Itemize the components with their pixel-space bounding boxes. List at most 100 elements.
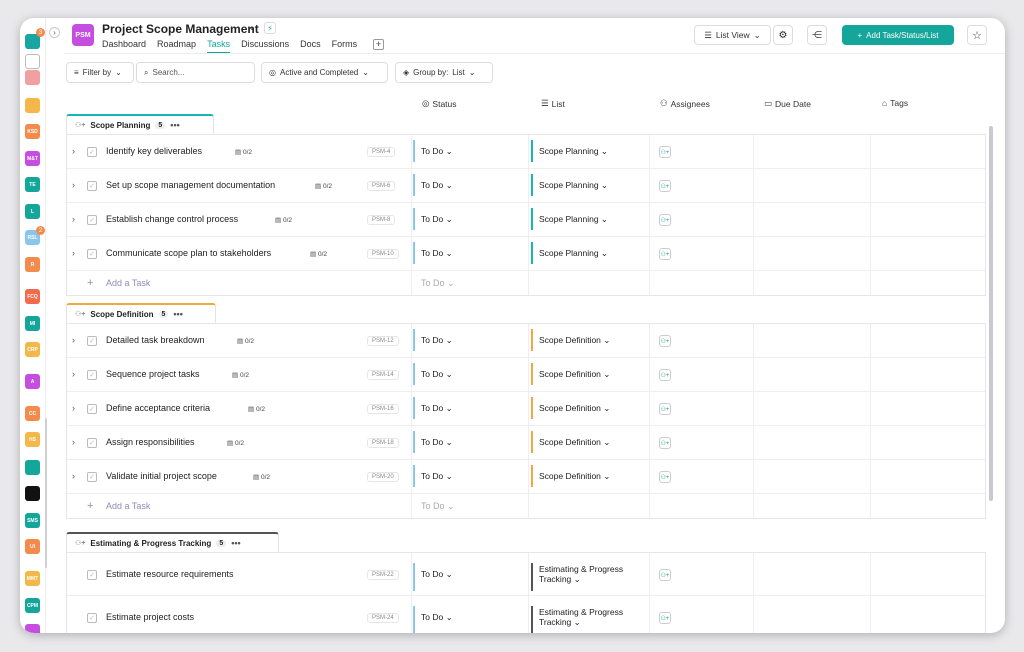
group-header[interactable]: ⚇+ Scope Definition 5 ••• xyxy=(66,303,216,323)
task-name[interactable]: Define acceptance criteria xyxy=(106,403,210,413)
subtask-count[interactable]: ▤ 0/2 xyxy=(227,439,244,447)
task-checkbox[interactable]: ✓ xyxy=(87,249,97,259)
list-dropdown[interactable]: Estimating & Progress Tracking ⌄ xyxy=(539,564,649,584)
chevron-right-icon[interactable]: › xyxy=(72,369,75,379)
tab-forms[interactable]: Forms xyxy=(332,39,358,53)
add-assignee-icon[interactable]: ⚇+ xyxy=(659,569,671,581)
status-filter-dropdown[interactable]: ◎ Active and Completed ⌄ xyxy=(261,62,388,83)
status-dropdown[interactable]: To Do ⌄ xyxy=(421,146,453,157)
add-task-link[interactable]: Add a Task xyxy=(106,501,150,511)
add-user-icon[interactable]: ⚇+ xyxy=(75,539,85,547)
group-header[interactable]: ⚇+ Estimating & Progress Tracking 5 ••• xyxy=(66,532,279,552)
add-user-icon[interactable]: ⚇+ xyxy=(75,121,85,129)
status-dropdown[interactable]: To Do ⌄ xyxy=(421,335,453,346)
status-dropdown[interactable]: To Do ⌄ xyxy=(421,248,453,259)
group-by-dropdown[interactable]: ◈ Group by: List ⌄ xyxy=(395,62,493,83)
tab-docs[interactable]: Docs xyxy=(300,39,321,53)
status-dropdown[interactable]: To Do ⌄ xyxy=(421,437,453,448)
tab-roadmap[interactable]: Roadmap xyxy=(157,39,196,53)
workspace-item[interactable]: SMS xyxy=(25,513,40,528)
status-dropdown[interactable]: To Do ⌄ xyxy=(421,471,453,482)
subtask-count[interactable]: ▤ 0/2 xyxy=(232,371,249,379)
list-dropdown[interactable]: Scope Definition ⌄ xyxy=(539,437,649,447)
task-name[interactable]: Sequence project tasks xyxy=(106,369,200,379)
subtask-count[interactable]: ▤ 0/2 xyxy=(275,216,292,224)
list-dropdown[interactable]: Scope Planning ⌄ xyxy=(539,180,649,190)
list-dropdown[interactable]: Scope Planning ⌄ xyxy=(539,146,649,156)
workspace-item[interactable]: KSD xyxy=(25,124,40,139)
add-assignee-icon[interactable]: ⚇+ xyxy=(659,471,671,483)
subtask-count[interactable]: ▤ 0/2 xyxy=(237,337,254,345)
column-status[interactable]: ◎ Status xyxy=(422,98,457,109)
task-name[interactable]: Assign responsibilities xyxy=(106,437,195,447)
workspace-item[interactable]: CRP xyxy=(25,342,40,357)
add-assignee-icon[interactable]: ⚇+ xyxy=(659,437,671,449)
chevron-right-icon[interactable]: › xyxy=(72,180,75,190)
add-task-row[interactable]: + Add a Task To Do ⌄ xyxy=(67,494,985,518)
filter-button[interactable]: ≡ Filter by ⌄ xyxy=(66,62,134,83)
table-row[interactable]: › ✓ Establish change control process ▤ 0/2 P… xyxy=(67,203,985,237)
subtask-count[interactable]: ▤ 0/2 xyxy=(310,250,327,258)
table-row[interactable]: › ✓ Communicate scope plan to stakeholders… xyxy=(67,237,985,271)
share-icon[interactable]: ⋲ xyxy=(807,25,827,45)
workspace-item[interactable]: R xyxy=(25,257,40,272)
chevron-right-icon[interactable]: › xyxy=(72,335,75,345)
workspace-item[interactable]: FCQ xyxy=(25,289,40,304)
table-row[interactable]: ✓ Estimate resource requirements PSM-22 To … xyxy=(67,553,985,596)
status-dropdown[interactable]: To Do ⌄ xyxy=(421,612,453,623)
group-header[interactable]: ⚇+ Scope Planning 5 ••• xyxy=(66,114,214,134)
workspace-item[interactable] xyxy=(25,460,40,475)
chevron-right-icon[interactable]: › xyxy=(72,214,75,224)
table-scrollbar[interactable] xyxy=(989,126,993,501)
chevron-right-icon[interactable]: › xyxy=(72,403,75,413)
status-dropdown[interactable]: To Do ⌄ xyxy=(421,214,453,225)
add-task-link[interactable]: Add a Task xyxy=(106,278,150,288)
task-checkbox[interactable]: ✓ xyxy=(87,215,97,225)
workspace-item[interactable]: M&T xyxy=(25,151,40,166)
workspace-item[interactable]: A xyxy=(25,374,40,389)
chevron-right-icon[interactable]: › xyxy=(72,437,75,447)
workspace-item[interactable]: MMT xyxy=(25,571,40,586)
status-dropdown[interactable]: To Do ⌄ xyxy=(421,569,453,580)
rail-scrollbar[interactable] xyxy=(45,418,47,568)
star-icon[interactable]: ☆ xyxy=(967,25,987,45)
chevron-right-icon[interactable]: › xyxy=(72,471,75,481)
workspace-item[interactable]: L xyxy=(25,204,40,219)
more-options-icon[interactable]: ••• xyxy=(231,538,240,548)
table-row[interactable]: ✓ Estimate project costs PSM-24 To Do ⌄ Esti… xyxy=(67,596,985,633)
automation-bolt-icon[interactable]: ⚡ xyxy=(264,22,276,34)
table-row[interactable]: › ✓ Identify key deliverables ▤ 0/2 PSM-4 To … xyxy=(67,135,985,169)
table-row[interactable]: › ✓ Detailed task breakdown ▤ 0/2 PSM-12 To D… xyxy=(67,324,985,358)
status-dropdown[interactable]: To Do ⌄ xyxy=(421,180,453,191)
task-name[interactable]: Validate initial project scope xyxy=(106,471,217,481)
search-input[interactable]: ⌕ Search... xyxy=(136,62,255,83)
collapse-sidebar-icon[interactable]: › xyxy=(49,27,60,38)
workspace-item[interactable]: MI xyxy=(25,316,40,331)
column-assignees[interactable]: ⚇ Assignees xyxy=(660,98,710,109)
task-checkbox[interactable]: ✓ xyxy=(87,336,97,346)
subtask-count[interactable]: ▤ 0/2 xyxy=(235,148,252,156)
table-row[interactable]: › ✓ Sequence project tasks ▤ 0/2 PSM-14 To Do… xyxy=(67,358,985,392)
add-assignee-icon[interactable]: ⚇+ xyxy=(659,369,671,381)
task-name[interactable]: Communicate scope plan to stakeholders xyxy=(106,248,271,258)
tab-dashboard[interactable]: Dashboard xyxy=(102,39,146,53)
add-assignee-icon[interactable]: ⚇+ xyxy=(659,248,671,260)
add-assignee-icon[interactable]: ⚇+ xyxy=(659,180,671,192)
list-dropdown[interactable]: Scope Planning ⌄ xyxy=(539,214,649,224)
column-list[interactable]: ☰ List xyxy=(541,98,565,109)
add-assignee-icon[interactable]: ⚇+ xyxy=(659,146,671,158)
more-options-icon[interactable]: ••• xyxy=(173,309,182,319)
workspace-item[interactable]: TE xyxy=(25,177,40,192)
add-assignee-icon[interactable]: ⚇+ xyxy=(659,403,671,415)
workspace-item[interactable]: CC xyxy=(25,406,40,421)
workspace-item[interactable] xyxy=(25,486,40,501)
tab-tasks[interactable]: Tasks xyxy=(207,39,231,53)
add-task-button[interactable]: + Add Task/Status/List xyxy=(842,25,954,45)
add-assignee-icon[interactable]: ⚇+ xyxy=(659,214,671,226)
more-options-icon[interactable]: ••• xyxy=(170,120,179,130)
list-view-dropdown[interactable]: ☰ List View ⌄ xyxy=(694,25,771,45)
task-name[interactable]: Identify key deliverables xyxy=(106,146,202,156)
workspace-item[interactable] xyxy=(25,98,40,113)
chevron-right-icon[interactable]: › xyxy=(72,146,75,156)
list-dropdown[interactable]: Estimating & Progress Tracking ⌄ xyxy=(539,607,649,627)
